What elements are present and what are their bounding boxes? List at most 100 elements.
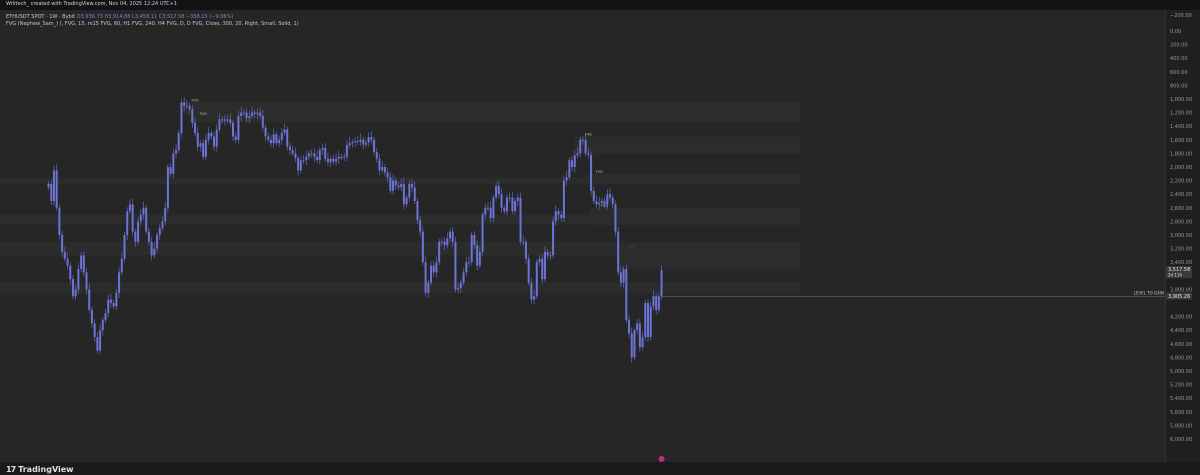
candle[interactable] — [199, 143, 202, 147]
candle[interactable] — [378, 158, 381, 171]
candle[interactable] — [272, 134, 275, 144]
candle[interactable] — [183, 102, 186, 106]
candle[interactable] — [386, 172, 389, 178]
candle[interactable] — [104, 313, 107, 320]
candle[interactable] — [440, 241, 443, 243]
candle[interactable] — [232, 122, 234, 137]
candle[interactable] — [603, 201, 606, 205]
candle[interactable] — [400, 184, 403, 188]
candle[interactable] — [619, 272, 622, 283]
candle[interactable] — [625, 269, 628, 320]
candle[interactable] — [96, 337, 99, 351]
candle[interactable] — [362, 139, 365, 145]
candle[interactable] — [294, 153, 297, 159]
candle[interactable] — [649, 306, 652, 337]
candle[interactable] — [595, 201, 598, 205]
candle[interactable] — [451, 231, 454, 242]
candle[interactable] — [617, 231, 620, 273]
candle[interactable] — [55, 170, 58, 208]
candle[interactable] — [473, 235, 476, 246]
candle[interactable] — [223, 119, 226, 121]
candle[interactable] — [432, 265, 435, 273]
candle[interactable] — [137, 221, 140, 242]
candle[interactable] — [392, 180, 395, 191]
candle[interactable] — [394, 180, 397, 186]
candle[interactable] — [598, 203, 601, 205]
candle[interactable] — [462, 272, 465, 283]
candle[interactable] — [367, 137, 370, 143]
candle[interactable] — [145, 207, 148, 232]
candle[interactable] — [50, 184, 53, 201]
candle[interactable] — [535, 262, 538, 297]
candle[interactable] — [147, 231, 150, 242]
candle[interactable] — [345, 145, 348, 157]
candle[interactable] — [573, 155, 576, 167]
candle[interactable] — [335, 158, 338, 162]
candle[interactable] — [118, 272, 121, 293]
candle[interactable] — [307, 153, 310, 157]
candle[interactable] — [286, 129, 289, 147]
candle[interactable] — [280, 133, 283, 140]
candle[interactable] — [576, 153, 579, 156]
candle[interactable] — [508, 197, 511, 199]
candle[interactable] — [373, 139, 376, 153]
candle[interactable] — [562, 180, 565, 218]
candle[interactable] — [185, 105, 188, 107]
candle[interactable] — [275, 134, 278, 144]
candle[interactable] — [267, 136, 270, 140]
candle[interactable] — [194, 122, 197, 133]
candle[interactable] — [633, 330, 636, 358]
candle[interactable] — [126, 211, 129, 235]
candle[interactable] — [166, 167, 169, 208]
candle[interactable] — [47, 184, 50, 188]
candle[interactable] — [476, 245, 479, 266]
candle[interactable] — [402, 184, 405, 205]
candle[interactable] — [245, 112, 248, 119]
candle[interactable] — [69, 265, 72, 280]
candle[interactable] — [443, 241, 446, 246]
candle[interactable] — [115, 292, 118, 307]
candle[interactable] — [82, 255, 85, 273]
candle[interactable] — [533, 296, 536, 300]
candle[interactable] — [237, 116, 240, 140]
candle[interactable] — [435, 262, 438, 273]
candle[interactable] — [614, 204, 617, 232]
candle[interactable] — [405, 197, 408, 205]
candle[interactable] — [77, 269, 80, 290]
candle[interactable] — [481, 214, 484, 252]
candle[interactable] — [628, 320, 631, 334]
candle[interactable] — [88, 289, 91, 310]
candle[interactable] — [424, 262, 427, 293]
candle[interactable] — [489, 207, 492, 218]
candle[interactable] — [264, 127, 267, 137]
candle[interactable] — [413, 187, 416, 201]
candle[interactable] — [256, 112, 259, 114]
candle[interactable] — [234, 136, 237, 140]
candle[interactable] — [142, 207, 145, 215]
chart-legend-indicator[interactable]: FVG (Nephew_Sam_) (, FVG, 15, m15 FVG, 6… — [6, 21, 299, 27]
candle[interactable] — [356, 141, 359, 143]
candle[interactable] — [332, 158, 335, 162]
candle[interactable] — [99, 330, 102, 351]
candle[interactable] — [641, 337, 644, 348]
candle[interactable] — [565, 177, 568, 181]
candle[interactable] — [524, 241, 527, 259]
candle[interactable] — [269, 139, 272, 144]
candle[interactable] — [158, 228, 161, 235]
candle[interactable] — [61, 235, 64, 252]
candle[interactable] — [329, 158, 332, 163]
candle[interactable] — [383, 167, 386, 173]
candle[interactable] — [58, 207, 61, 235]
candle[interactable] — [478, 252, 481, 266]
candle[interactable] — [446, 238, 449, 246]
candle[interactable] — [340, 156, 343, 158]
candle[interactable] — [109, 299, 112, 303]
candle[interactable] — [543, 252, 546, 280]
candle[interactable] — [587, 153, 590, 155]
candle[interactable] — [465, 262, 468, 273]
candle[interactable] — [467, 262, 470, 264]
candle[interactable] — [397, 185, 400, 188]
candle[interactable] — [592, 190, 595, 201]
candle[interactable] — [80, 255, 83, 269]
candle[interactable] — [652, 296, 655, 307]
